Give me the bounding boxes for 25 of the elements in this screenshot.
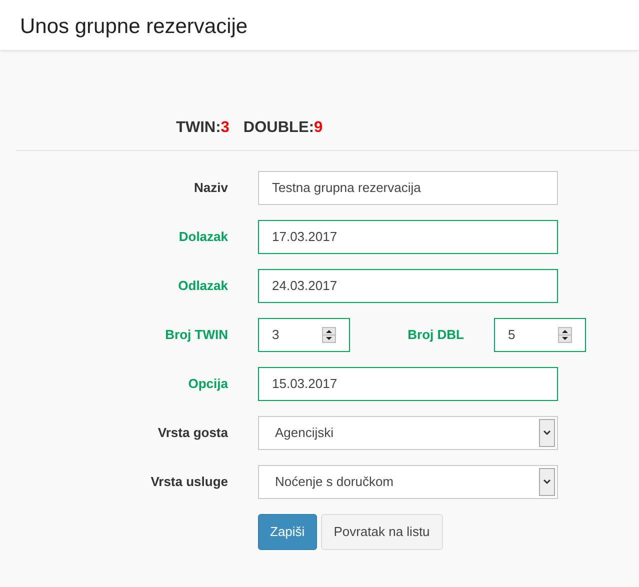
- caret-icon: [539, 468, 555, 496]
- spinner-icon[interactable]: [558, 327, 572, 343]
- field-label: Naziv: [193, 179, 228, 198]
- text-field[interactable]: Testna grupna rezervacija: [258, 171, 558, 205]
- number-field[interactable]: 5: [494, 318, 586, 352]
- field-label: Vrsta usluge: [150, 473, 228, 492]
- caret-icon: [539, 419, 555, 447]
- dropdown-field[interactable]: Agencijski: [258, 416, 558, 450]
- number-field[interactable]: 3: [258, 318, 350, 352]
- text-field[interactable]: 15.03.2017: [258, 367, 558, 401]
- field-label: Vrsta gosta: [156, 424, 228, 442]
- text-field[interactable]: 17.03.2017: [258, 220, 558, 254]
- count-label: DOUBLE:9: [243, 118, 323, 138]
- back-button[interactable]: Povratak na listu: [320, 514, 443, 550]
- count-label: TWIN:3: [176, 118, 230, 138]
- page-title: Unos grupne rezervacije: [20, 14, 249, 40]
- dropdown-field[interactable]: Noćenje s doručkom: [258, 465, 558, 499]
- text-field[interactable]: 24.03.2017: [258, 269, 558, 303]
- field-label: Broj TWIN: [164, 326, 228, 344]
- field-label: Broj DBL: [406, 326, 464, 344]
- field-label: Dolazak: [178, 228, 228, 246]
- spinner-icon[interactable]: [322, 327, 336, 343]
- save-button[interactable]: Zapiši: [258, 514, 317, 550]
- field-label: Opcija: [187, 375, 228, 394]
- field-label: Odlazak: [177, 277, 228, 296]
